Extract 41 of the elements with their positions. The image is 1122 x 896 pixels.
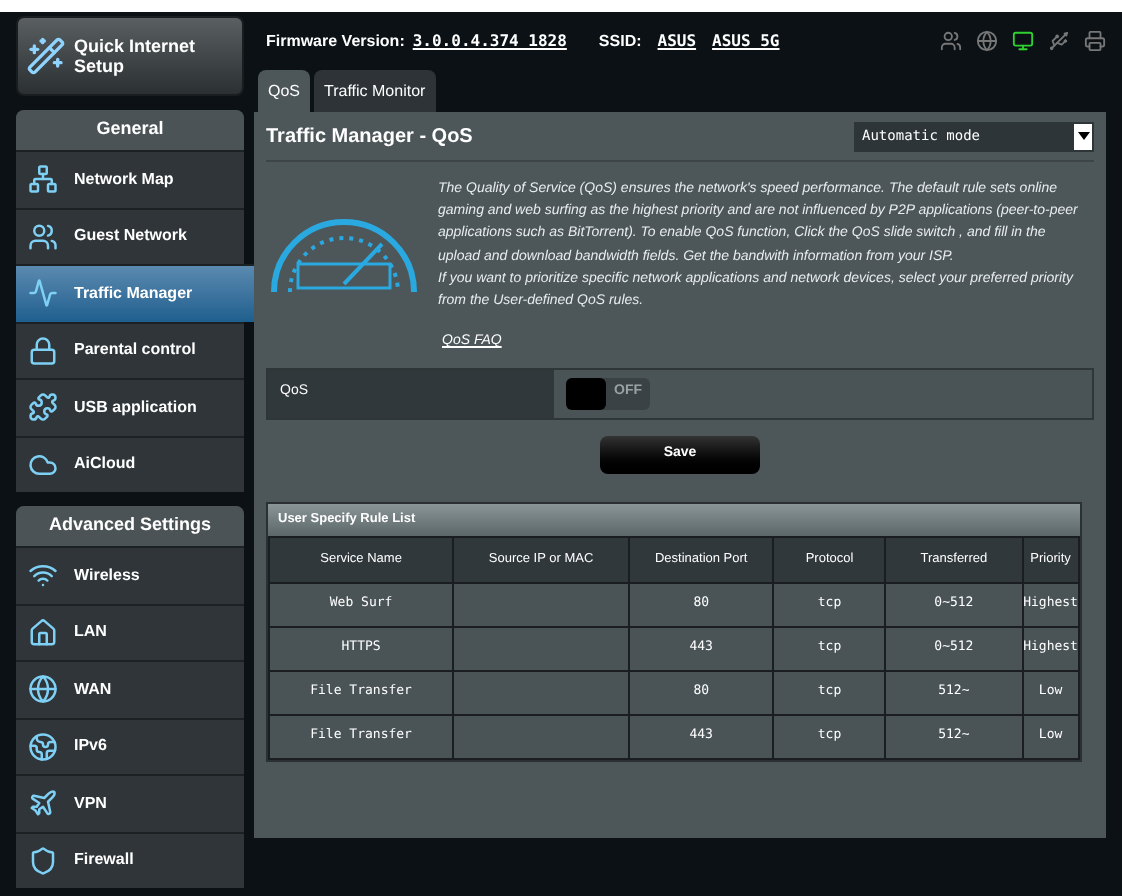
sidebar-item[interactable]: LAN xyxy=(16,603,244,660)
plane-icon xyxy=(28,788,58,819)
sidebar-item[interactable]: Wireless xyxy=(16,546,244,603)
globe-icon[interactable] xyxy=(976,30,998,52)
ssid-link[interactable]: ASUS_5G xyxy=(712,29,780,53)
sidebar-item[interactable]: USB application xyxy=(16,378,244,435)
quick-internet-setup-button[interactable]: Quick Internet Setup xyxy=(16,16,244,96)
dropdown-caret-icon xyxy=(1074,123,1092,149)
globe-icon xyxy=(28,674,58,705)
magic-wand-icon xyxy=(26,36,66,76)
sidebar-item[interactable]: Parental control xyxy=(16,321,244,378)
globe-icon xyxy=(28,731,58,762)
ssid-label: SSID: xyxy=(598,29,642,53)
sidebar-item[interactable]: AiCloud xyxy=(16,435,244,492)
sidebar-section-header: Advanced Settings xyxy=(16,506,244,546)
wifi-icon xyxy=(28,560,58,591)
tab[interactable]: QoS xyxy=(258,70,311,112)
shield-icon xyxy=(28,845,58,876)
usb-icon[interactable] xyxy=(1048,30,1070,52)
ssid-link[interactable]: ASUS xyxy=(657,29,697,53)
firmware-label: Firmware Version: xyxy=(266,29,405,53)
sidebar-item[interactable]: Firewall xyxy=(16,831,244,888)
sidebar-item[interactable]: VPN xyxy=(16,774,244,831)
cloud-icon xyxy=(28,449,58,480)
sidebar-section-header: General xyxy=(16,110,244,150)
puzzle-icon xyxy=(28,392,58,423)
lock-icon xyxy=(28,335,58,366)
sidebar-item[interactable]: IPv6 xyxy=(16,717,244,774)
activity-icon xyxy=(28,278,58,309)
sidebar-item[interactable]: Traffic Manager xyxy=(16,264,256,321)
tab[interactable]: Traffic Monitor xyxy=(314,70,436,112)
house-icon xyxy=(28,617,58,648)
monitor-icon[interactable] xyxy=(1012,30,1034,52)
sidebar-item[interactable]: WAN xyxy=(16,660,244,717)
users-icon[interactable] xyxy=(940,30,962,52)
printer-icon[interactable] xyxy=(1084,30,1106,52)
firmware-link[interactable]: 3.0.0.4.374_1828 xyxy=(412,29,567,53)
network-icon xyxy=(28,164,58,195)
users-icon xyxy=(28,221,58,252)
sidebar-item[interactable]: Network Map xyxy=(16,150,244,207)
page-title: Traffic Manager - QoS xyxy=(266,123,473,151)
